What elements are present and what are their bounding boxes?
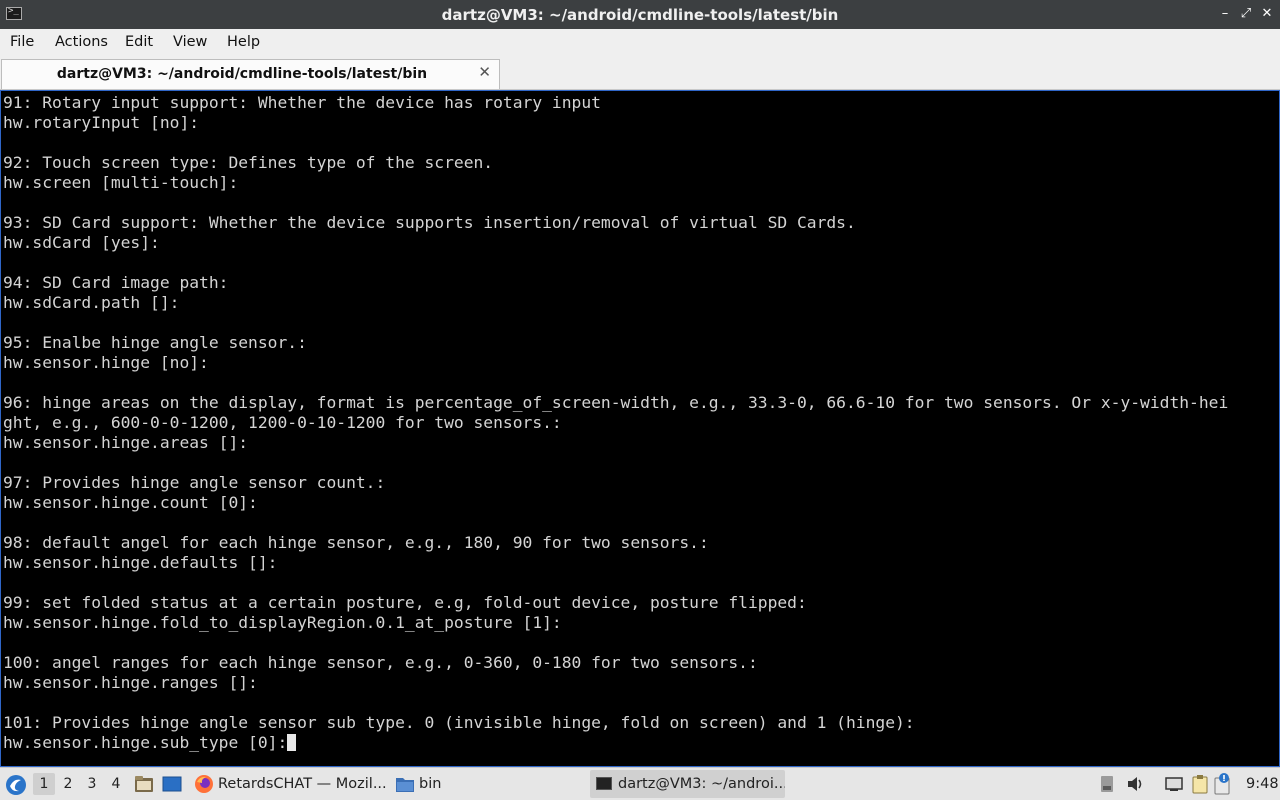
terminal-task-icon <box>596 777 612 790</box>
task-files[interactable]: bin <box>393 770 578 798</box>
menu-edit[interactable]: Edit <box>125 34 153 50</box>
terminal-line: hw.sensor.hinge [no]: <box>3 353 209 372</box>
terminal-prompt-text: hw.sensor.hinge.sub_type [0]: <box>3 733 288 752</box>
terminal-line: hw.sensor.hinge.defaults []: <box>3 553 278 572</box>
update-notification-icon[interactable] <box>1212 772 1232 796</box>
terminal-line: 91: Rotary input support: Whether the de… <box>3 93 601 112</box>
volume-icon[interactable] <box>1127 776 1145 792</box>
menu-help[interactable]: Help <box>227 34 260 50</box>
task-terminal[interactable]: dartz@VM3: ~/androi... <box>590 770 785 798</box>
terminal-line: hw.sdCard.path []: <box>3 293 180 312</box>
tab-label: dartz@VM3: ~/android/cmdline-tools/lates… <box>56 66 428 82</box>
terminal-line: 99: set folded status at a certain postu… <box>3 593 807 612</box>
taskbar: 1 2 3 4 RetardsCHAT — Mozil... bin dartz… <box>0 767 1280 800</box>
workspace-4[interactable]: 4 <box>105 773 127 795</box>
menu-actions[interactable]: Actions <box>55 34 108 50</box>
task-terminal-label: dartz@VM3: ~/androi... <box>618 776 785 792</box>
terminal-line: hw.sensor.hinge.areas []: <box>3 433 249 452</box>
network-icon[interactable] <box>1164 776 1184 792</box>
terminal-line: 97: Provides hinge angle sensor count.: <box>3 473 386 492</box>
terminal-tab[interactable]: dartz@VM3: ~/android/cmdline-tools/lates… <box>1 59 500 89</box>
tab-close-icon[interactable]: ✕ <box>478 63 491 81</box>
workspace-2[interactable]: 2 <box>57 773 79 795</box>
file-manager-launcher-icon[interactable] <box>134 775 154 793</box>
clipboard-icon[interactable] <box>1190 774 1210 794</box>
clock[interactable]: 9:48 <box>1246 768 1279 800</box>
terminal-lines: 91: Rotary input support: Whether the de… <box>3 93 1228 753</box>
task-firefox[interactable]: RetardsCHAT — Mozil... <box>192 770 387 798</box>
terminal-line: hw.sensor.hinge.ranges []: <box>3 673 258 692</box>
firefox-icon <box>195 775 213 793</box>
show-desktop-icon[interactable] <box>162 776 182 792</box>
menu-bar: File Actions Edit View Help <box>0 29 1280 57</box>
terminal-cursor <box>287 734 297 751</box>
window-title: dartz@VM3: ~/android/cmdline-tools/lates… <box>441 6 839 24</box>
terminal-line: 94: SD Card image path: <box>3 273 229 292</box>
terminal-output[interactable]: 91: Rotary input support: Whether the de… <box>0 90 1280 767</box>
terminal-line: hw.sensor.hinge.fold_to_displayRegion.0.… <box>3 613 562 632</box>
folder-icon <box>396 778 414 792</box>
task-firefox-label: RetardsCHAT — Mozil... <box>218 776 387 792</box>
close-window-button[interactable]: ✕ <box>1258 5 1276 23</box>
window-titlebar[interactable]: dartz@VM3: ~/android/cmdline-tools/lates… <box>0 0 1280 29</box>
task-files-label: bin <box>419 776 442 792</box>
terminal-line: ght, e.g., 600-0-0-1200, 1200-0-10-1200 … <box>3 413 562 432</box>
terminal-line: hw.sdCard [yes]: <box>3 233 160 252</box>
terminal-line: 101: Provides hinge angle sensor sub typ… <box>3 713 915 732</box>
terminal-line: 95: Enalbe hinge angle sensor.: <box>3 333 307 352</box>
removable-drive-icon[interactable] <box>1099 775 1115 793</box>
terminal-prompt-line[interactable]: hw.sensor.hinge.sub_type [0]: <box>3 733 1228 753</box>
terminal-line: hw.rotaryInput [no]: <box>3 113 200 132</box>
menu-file[interactable]: File <box>10 34 34 50</box>
terminal-line: 96: hinge areas on the display, format i… <box>3 393 1229 412</box>
terminal-line: hw.screen [multi-touch]: <box>3 173 239 192</box>
terminal-line: hw.sensor.hinge.count [0]: <box>3 493 258 512</box>
tab-bar: dartz@VM3: ~/android/cmdline-tools/lates… <box>0 57 1280 90</box>
maximize-button[interactable]: ⤢ <box>1237 5 1255 23</box>
terminal-line: 98: default angel for each hinge sensor,… <box>3 533 709 552</box>
terminal-line: 100: angel ranges for each hinge sensor,… <box>3 653 758 672</box>
menu-view[interactable]: View <box>173 34 207 50</box>
terminal-line: 93: SD Card support: Whether the device … <box>3 213 856 232</box>
minimize-button[interactable]: – <box>1216 5 1234 23</box>
workspace-1[interactable]: 1 <box>33 773 55 795</box>
start-menu-icon[interactable] <box>5 774 27 796</box>
workspace-3[interactable]: 3 <box>81 773 103 795</box>
terminal-line: 92: Touch screen type: Defines type of t… <box>3 153 494 172</box>
